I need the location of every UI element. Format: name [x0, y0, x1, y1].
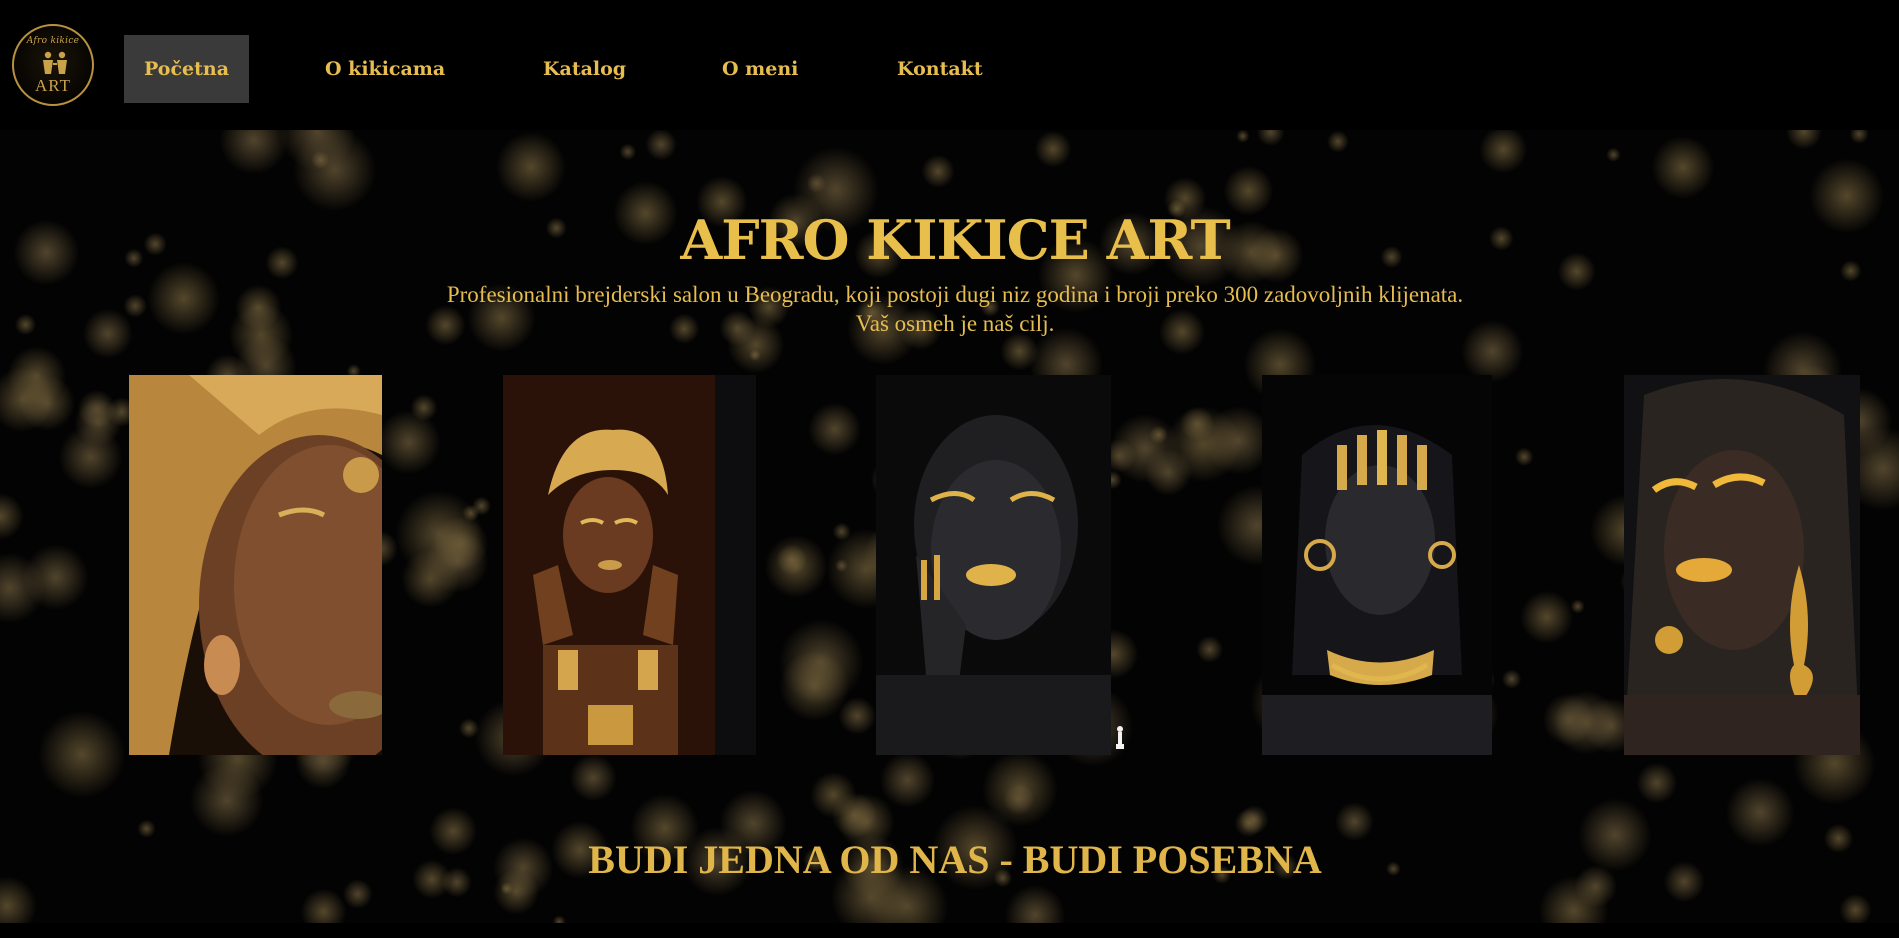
background-speckle — [1501, 669, 1522, 689]
background-speckle — [1034, 130, 1072, 168]
nav-item-o-kikicama[interactable]: O kikicama — [305, 35, 465, 103]
gallery-image-4[interactable] — [1262, 375, 1492, 755]
brand-logo[interactable]: Afro kikice ART — [12, 24, 94, 106]
logo-figures-icon — [43, 51, 67, 74]
background-speckle — [569, 754, 617, 802]
background-speckle — [921, 154, 955, 188]
background-speckle — [376, 410, 441, 475]
background-speckle — [808, 402, 862, 456]
nav-item-pocetna[interactable]: Početna — [124, 35, 250, 103]
background-speckle — [1236, 130, 1250, 143]
background-speckle — [834, 559, 849, 573]
background-speckle — [1636, 762, 1678, 804]
background-speckle — [1554, 690, 1619, 755]
background-speckle — [1514, 447, 1534, 467]
background-speckle — [1149, 425, 1168, 445]
gallery-image-2[interactable] — [503, 375, 756, 755]
hero-subtitle: Profesionalni brejderski salon u Beograd… — [0, 280, 1899, 338]
top-navbar: Afro kikice ART Početna O kikicama Katal… — [0, 0, 1899, 130]
background-speckle — [776, 544, 808, 576]
hero-section: AFRO KIKICE ART Profesionalni brejderski… — [0, 130, 1899, 923]
background-speckle — [645, 130, 677, 161]
hero-title: AFRO KIKICE ART — [680, 208, 1230, 272]
background-speckle — [1327, 130, 1349, 153]
background-speckle — [495, 131, 567, 202]
nav-item-o-meni[interactable]: O meni — [702, 35, 818, 103]
nav-item-kontakt[interactable]: Kontakt — [877, 35, 1003, 103]
background-speckle — [1165, 406, 1242, 483]
chess-piece-icon — [1116, 726, 1124, 749]
background-speckle — [190, 763, 264, 837]
tagline: BUDI JEDNA OD NAS - BUDI POSEBNA — [588, 837, 1322, 882]
background-speckle — [458, 718, 479, 739]
background-speckle — [77, 389, 117, 429]
background-speckle — [831, 792, 878, 838]
hero-subtitle-line2: Vaš osmeh je naš cilj. — [855, 311, 1055, 336]
background-speckle — [1196, 635, 1223, 663]
background-speckle — [619, 143, 637, 161]
hero-subtitle-line1: Profesionalni brejderski salon u Beograd… — [446, 282, 1464, 307]
background-speckle — [1606, 147, 1621, 162]
gallery-image-1[interactable] — [129, 375, 382, 755]
background-speckle — [38, 710, 126, 799]
logo-art-text: ART — [35, 76, 71, 95]
background-speckle — [410, 394, 438, 422]
nav-item-katalog[interactable]: Katalog — [523, 35, 646, 103]
background-speckle — [1003, 783, 1035, 815]
background-speckle — [1570, 599, 1585, 614]
logo-script-text: Afro kikice — [26, 36, 80, 46]
background-speckle — [342, 879, 373, 909]
background-speckle — [779, 650, 850, 721]
background-speckle — [1234, 808, 1263, 838]
gallery-image-5[interactable] — [1624, 375, 1860, 755]
gallery-image-3[interactable] — [876, 375, 1111, 755]
background-speckle — [395, 490, 483, 578]
background-speckle — [806, 173, 827, 194]
background-speckle — [1651, 136, 1715, 199]
bottom-strip — [0, 923, 1899, 938]
background-speckle — [879, 752, 936, 808]
background-speckle — [1520, 590, 1574, 644]
